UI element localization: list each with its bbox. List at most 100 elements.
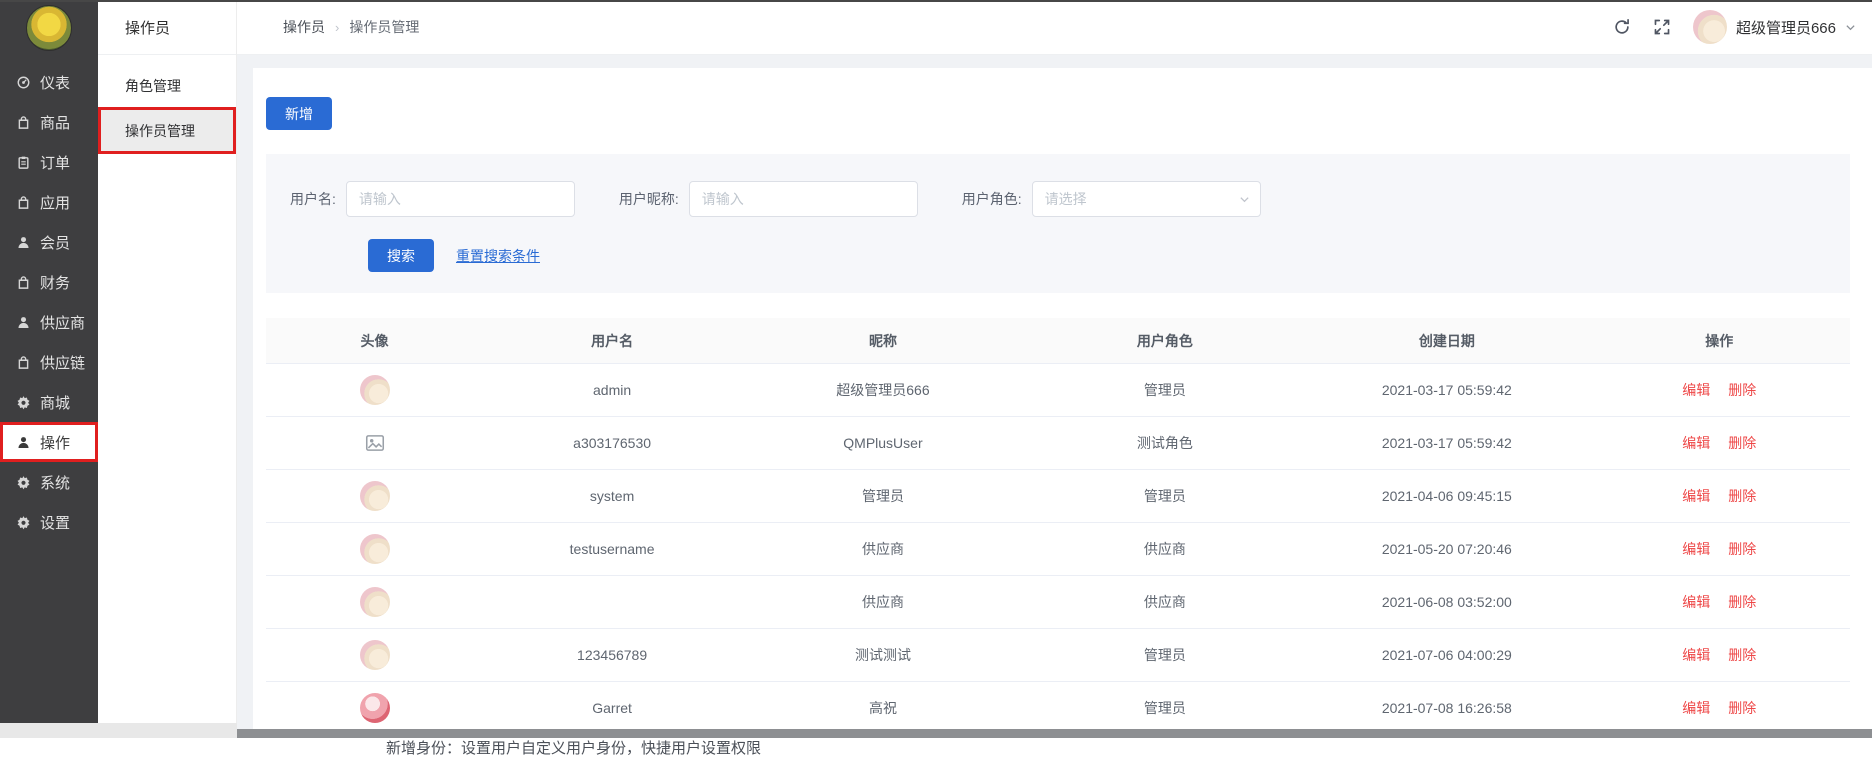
column-header: 昵称 — [741, 331, 1025, 351]
sidebar-item-goods[interactable]: 商品 — [0, 102, 98, 142]
edit-link[interactable]: 编辑 — [1682, 594, 1710, 610]
avatar-cell — [266, 587, 483, 617]
sidebar-item-orders[interactable]: 订单 — [0, 142, 98, 182]
operations-cell: 编辑 删除 — [1589, 433, 1850, 453]
edit-link[interactable]: 编辑 — [1682, 700, 1710, 716]
bag-icon — [16, 355, 31, 370]
operators-table: 头像用户名昵称用户角色创建日期操作 admin超级管理员666管理员2021-0… — [266, 318, 1850, 735]
sidebar-item-label: 商品 — [40, 112, 70, 133]
main-column: 操作员 › 操作员管理 超级管理员666 — [237, 0, 1872, 738]
table-header-row: 头像用户名昵称用户角色创建日期操作 — [266, 318, 1850, 364]
edit-link[interactable]: 编辑 — [1682, 382, 1710, 398]
delete-link[interactable]: 删除 — [1728, 382, 1756, 398]
sidebar-item-suppliers[interactable]: 供应商 — [0, 302, 98, 342]
sidebar-item-apps[interactable]: 应用 — [0, 182, 98, 222]
primary-sidebar: 仪表商品订单应用会员财务供应商供应链商城操作系统设置 — [0, 0, 98, 738]
avatar-cell — [266, 481, 483, 511]
table-row: 123456789测试测试管理员2021-07-06 04:00:29编辑删除 — [266, 629, 1850, 682]
nickname-cell: 供应商 — [741, 539, 1025, 559]
created-date-cell: 2021-03-17 05:59:42 — [1305, 382, 1589, 398]
username-input[interactable] — [346, 181, 575, 217]
sidebar-item-label: 商城 — [40, 392, 70, 413]
chevron-down-icon — [1845, 22, 1856, 33]
submenu-list: 角色管理操作员管理 — [98, 65, 236, 154]
sidebar-item-finance[interactable]: 财务 — [0, 262, 98, 302]
sidebar-menu: 仪表商品订单应用会员财务供应商供应链商城操作系统设置 — [0, 62, 98, 542]
fullscreen-icon[interactable] — [1653, 18, 1671, 36]
footer-note: 新增身份：设置用户自定义用户身份，快捷用户设置权限 — [266, 737, 1850, 758]
role-cell: 管理员 — [1025, 486, 1305, 506]
delete-link[interactable]: 删除 — [1728, 647, 1756, 663]
edit-link[interactable]: 编辑 — [1682, 647, 1710, 663]
user-avatar — [1693, 10, 1727, 44]
horizontal-scrollbar[interactable] — [237, 729, 1872, 738]
table-body: admin超级管理员666管理员2021-03-17 05:59:42编辑删除a… — [266, 364, 1850, 735]
person-icon — [16, 435, 31, 450]
sidebar-item-settings[interactable]: 设置 — [0, 502, 98, 542]
edit-link[interactable]: 编辑 — [1682, 435, 1710, 451]
gear-icon — [16, 395, 31, 410]
app-logo[interactable] — [26, 5, 72, 51]
username-cell: admin — [483, 382, 741, 398]
column-header: 用户名 — [483, 331, 741, 351]
sidebar-item-dashboard[interactable]: 仪表 — [0, 62, 98, 102]
username-group: 用户名: — [290, 181, 575, 217]
created-date-cell: 2021-05-20 07:20:46 — [1305, 541, 1589, 557]
breadcrumb-item-operator[interactable]: 操作员 — [283, 17, 325, 37]
nickname-cell: QMPlusUser — [741, 435, 1025, 451]
operations-cell: 编辑 删除 — [1589, 592, 1850, 612]
sidebar-item-label: 订单 — [40, 152, 70, 173]
person-icon — [16, 315, 31, 330]
reset-search-link[interactable]: 重置搜索条件 — [456, 246, 540, 266]
delete-link[interactable]: 删除 — [1728, 488, 1756, 504]
sidebar-item-label: 仪表 — [40, 72, 70, 93]
table-row: admin超级管理员666管理员2021-03-17 05:59:42编辑删除 — [266, 364, 1850, 417]
user-menu[interactable]: 超级管理员666 — [1693, 10, 1856, 44]
avatar-cell — [266, 693, 483, 723]
delete-link[interactable]: 删除 — [1728, 541, 1756, 557]
search-button[interactable]: 搜索 — [368, 239, 434, 272]
broken-image-icon — [364, 432, 386, 454]
submenu-item-role-management[interactable]: 角色管理 — [98, 65, 236, 107]
table-row: testusername供应商供应商2021-05-20 07:20:46编辑删… — [266, 523, 1850, 576]
delete-link[interactable]: 删除 — [1728, 594, 1756, 610]
sidebar-item-label: 操作 — [40, 432, 70, 453]
role-label: 用户角色: — [962, 189, 1022, 209]
sidebar-item-label: 会员 — [40, 232, 70, 253]
bag-icon — [16, 195, 31, 210]
username-label: 用户名: — [290, 189, 336, 209]
edit-link[interactable]: 编辑 — [1682, 541, 1710, 557]
row-avatar — [360, 534, 390, 564]
column-header: 用户角色 — [1025, 331, 1305, 351]
bag-icon — [16, 275, 31, 290]
add-button[interactable]: 新增 — [266, 97, 332, 130]
user-name: 超级管理员666 — [1736, 17, 1836, 38]
delete-link[interactable]: 删除 — [1728, 435, 1756, 451]
sidebar-item-members[interactable]: 会员 — [0, 222, 98, 262]
sidebar-item-supply-chain[interactable]: 供应链 — [0, 342, 98, 382]
role-select[interactable]: 请选择 — [1032, 181, 1261, 217]
created-date-cell: 2021-03-17 05:59:42 — [1305, 435, 1589, 451]
breadcrumb-separator-icon: › — [335, 20, 339, 35]
table-row: Garret高祝管理员2021-07-08 16:26:58编辑删除 — [266, 682, 1850, 735]
nickname-input[interactable] — [689, 181, 918, 217]
submenu-title: 操作员 — [98, 0, 236, 55]
submenu-item-operator-management[interactable]: 操作员管理 — [98, 107, 236, 154]
operations-cell: 编辑 删除 — [1589, 698, 1850, 718]
nickname-label: 用户昵称: — [619, 189, 679, 209]
avatar-cell — [266, 375, 483, 405]
sidebar-item-operations[interactable]: 操作 — [0, 422, 98, 462]
role-cell: 管理员 — [1025, 645, 1305, 665]
created-date-cell: 2021-07-06 04:00:29 — [1305, 647, 1589, 663]
sidebar-item-mall[interactable]: 商城 — [0, 382, 98, 422]
refresh-icon[interactable] — [1613, 18, 1631, 36]
content-area: 新增 用户名: 用户昵称: 用户角色: — [237, 55, 1872, 738]
sidebar-item-system[interactable]: 系统 — [0, 462, 98, 502]
edit-link[interactable]: 编辑 — [1682, 488, 1710, 504]
column-header: 头像 — [266, 331, 483, 351]
search-panel: 用户名: 用户昵称: 用户角色: 请选择 — [266, 154, 1850, 293]
operations-cell: 编辑 删除 — [1589, 539, 1850, 559]
delete-link[interactable]: 删除 — [1728, 700, 1756, 716]
column-header: 创建日期 — [1305, 331, 1589, 351]
person-icon — [16, 235, 31, 250]
